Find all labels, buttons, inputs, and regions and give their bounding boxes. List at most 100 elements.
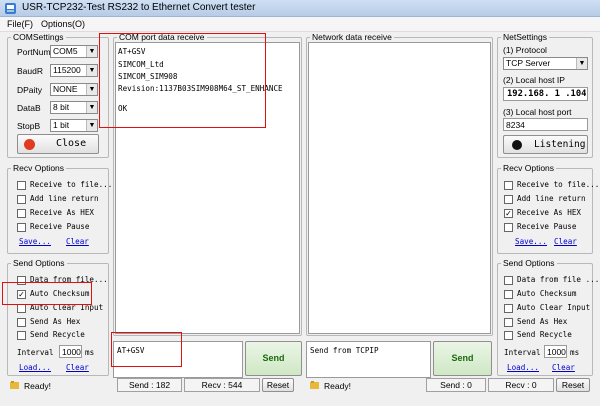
databits-value: 8 bit xyxy=(53,102,70,112)
left-interval-unit: ms xyxy=(85,348,95,357)
checkbox[interactable]: ✓ xyxy=(504,209,513,218)
left-load-link[interactable]: Load... xyxy=(19,363,51,372)
checkbox[interactable] xyxy=(17,304,26,313)
host-port-input[interactable]: 8234 xyxy=(503,118,588,131)
com-receive-line: SIMCOM_SIM908 xyxy=(118,72,178,81)
checkbox[interactable] xyxy=(504,195,513,204)
status-icon xyxy=(310,381,320,390)
parity-value: NONE xyxy=(53,84,78,94)
net-send-input[interactable]: Send from TCPIP xyxy=(306,341,431,378)
right-recv-legend: Recv Options xyxy=(503,163,555,173)
chevron-down-icon: ▼ xyxy=(86,46,97,57)
right-send-legend: Send Options xyxy=(503,258,555,268)
right-save-link[interactable]: Save... xyxy=(515,237,547,246)
net-receive-area[interactable] xyxy=(308,42,491,334)
com-receive-line: SIMCOM_Ltd xyxy=(118,60,164,69)
left-reset-button[interactable]: Reset xyxy=(262,378,294,392)
checkbox[interactable] xyxy=(504,318,513,327)
menu-options[interactable]: Options(O) xyxy=(41,19,85,29)
baud-value: 115200 xyxy=(53,65,81,75)
title-bar[interactable]: USR-TCP232-Test RS232 to Ethernet Conver… xyxy=(0,0,600,17)
close-port-label: Close xyxy=(56,138,87,149)
checkbox[interactable] xyxy=(17,181,26,190)
com-receive-area[interactable]: AT+GSV SIMCOM_Ltd SIMCOM_SIM908 Revision… xyxy=(115,42,300,334)
protocol-label: (1) Protocol xyxy=(503,45,547,55)
right-interval-input[interactable]: 1000 xyxy=(544,345,567,358)
com-receive-line: OK xyxy=(118,104,128,113)
host-ip-input[interactable]: 192.168. 1 .104 xyxy=(503,87,588,101)
checkbox[interactable] xyxy=(504,181,513,190)
stopbits-label: StopB xyxy=(17,121,41,131)
checkbox[interactable] xyxy=(504,304,513,313)
protocol-value: TCP Server xyxy=(506,58,551,68)
net-settings-legend: NetSettings xyxy=(503,32,547,42)
right-interval-unit: ms xyxy=(570,348,580,357)
right-interval-label: Interval xyxy=(504,348,541,357)
left-recv-legend: Recv Options xyxy=(13,163,65,173)
checkbox[interactable] xyxy=(17,223,26,232)
checkbox[interactable] xyxy=(17,331,26,340)
window-title: USR-TCP232-Test RS232 to Ethernet Conver… xyxy=(22,2,256,13)
chevron-down-icon: ▼ xyxy=(576,58,587,69)
menu-file[interactable]: File(F) xyxy=(7,19,33,29)
baud-label: BaudR xyxy=(17,66,43,76)
stopbits-value: 1 bit xyxy=(53,120,70,130)
right-send-count: Send : 0 xyxy=(426,378,486,392)
checkbox[interactable] xyxy=(504,276,513,285)
parity-label: DPaity xyxy=(17,85,43,95)
black-circle-icon xyxy=(512,140,522,150)
left-save-link[interactable]: Save... xyxy=(19,237,51,246)
left-send-clear-link[interactable]: Clear xyxy=(66,363,89,372)
port-select[interactable]: COM5 ▼ xyxy=(50,45,98,58)
left-recv-count: Recv : 544 xyxy=(184,378,260,392)
right-status-ready: Ready! xyxy=(324,381,351,391)
baud-select[interactable]: 115200 ▼ xyxy=(50,64,98,77)
checkbox[interactable] xyxy=(17,195,26,204)
parity-select[interactable]: NONE ▼ xyxy=(50,83,98,96)
app-icon xyxy=(5,3,16,14)
right-send-clear-link[interactable]: Clear xyxy=(552,363,575,372)
port-value: COM5 xyxy=(53,46,78,56)
chevron-down-icon: ▼ xyxy=(86,120,97,131)
left-interval-label: Interval xyxy=(17,348,54,357)
chevron-down-icon: ▼ xyxy=(86,65,97,76)
listen-button[interactable]: Listening xyxy=(503,135,588,154)
com-send-input[interactable]: AT+GSV xyxy=(113,341,243,378)
checkbox[interactable] xyxy=(504,223,513,232)
host-ip-label: (2) Local host IP xyxy=(503,75,565,85)
left-send-count: Send : 182 xyxy=(117,378,182,392)
red-circle-icon xyxy=(24,139,35,150)
left-interval-input[interactable]: 1000 xyxy=(59,345,82,358)
databits-select[interactable]: 8 bit ▼ xyxy=(50,101,98,114)
checkbox[interactable] xyxy=(17,276,26,285)
right-recv-count: Recv : 0 xyxy=(488,378,554,392)
menu-bar: File(F) Options(O) xyxy=(0,17,600,32)
right-reset-button[interactable]: Reset xyxy=(556,378,590,392)
net-send-button[interactable]: Send xyxy=(433,341,492,376)
com-send-button[interactable]: Send xyxy=(245,341,302,376)
com-receive-line: Revision:1137B03SIM908M64_ST_ENHANCE xyxy=(118,84,283,93)
left-send-legend: Send Options xyxy=(13,258,65,268)
chevron-down-icon: ▼ xyxy=(86,84,97,95)
left-recv-clear-link[interactable]: Clear xyxy=(66,237,89,246)
net-receive-legend: Network data receive xyxy=(312,32,392,42)
net-send-text: Send from TCPIP xyxy=(310,346,379,355)
com-settings-legend: COMSettings xyxy=(13,32,64,42)
databits-label: DataB xyxy=(17,103,41,113)
left-status-ready: Ready! xyxy=(24,381,51,391)
status-icon xyxy=(10,381,20,390)
close-port-button[interactable]: Close xyxy=(17,134,99,154)
com-receive-line: AT+GSV xyxy=(118,47,146,56)
checkbox[interactable] xyxy=(17,318,26,327)
com-receive-legend: COM port data receive xyxy=(119,32,205,42)
checkbox[interactable] xyxy=(17,209,26,218)
chevron-down-icon: ▼ xyxy=(86,102,97,113)
right-recv-clear-link[interactable]: Clear xyxy=(554,237,577,246)
right-load-link[interactable]: Load... xyxy=(507,363,539,372)
checkbox[interactable]: ✓ xyxy=(17,290,26,299)
checkbox[interactable] xyxy=(504,290,513,299)
protocol-select[interactable]: TCP Server ▼ xyxy=(503,57,588,70)
checkbox[interactable] xyxy=(504,331,513,340)
stopbits-select[interactable]: 1 bit ▼ xyxy=(50,119,98,132)
com-send-text: AT+GSV xyxy=(117,346,145,355)
